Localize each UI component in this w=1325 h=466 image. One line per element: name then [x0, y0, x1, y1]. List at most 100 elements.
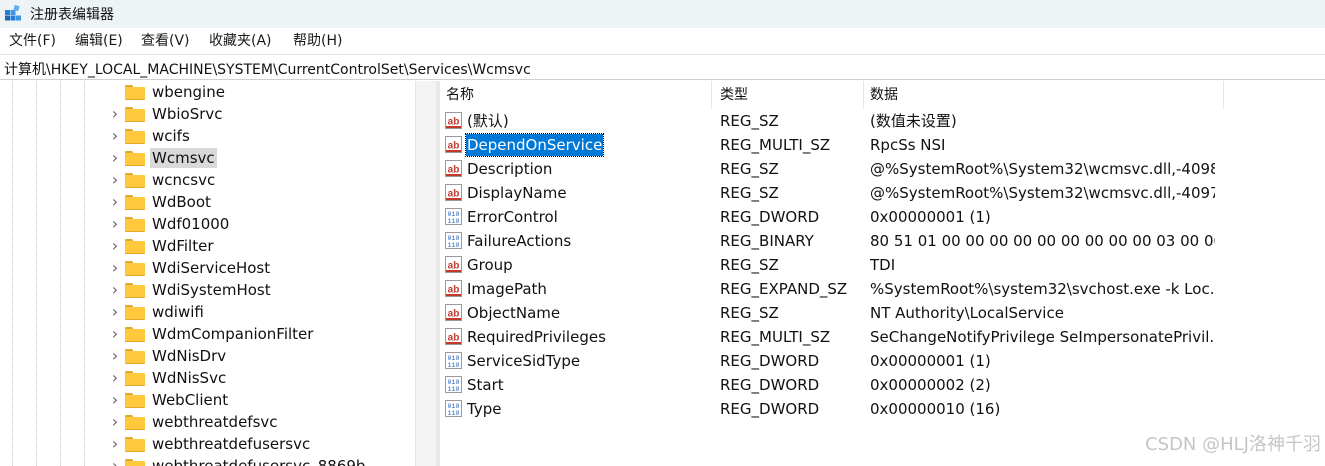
watermark: CSDN @HLJ洛神千羽 — [1145, 434, 1321, 455]
folder-icon — [125, 415, 145, 430]
menu-bar: 文件(F) 编辑(E) 查看(V) 收藏夹(A) 帮助(H) — [0, 28, 1325, 54]
tree-item[interactable]: › WbioSrvc — [108, 103, 408, 125]
chevron-right-icon[interactable]: › — [109, 458, 121, 466]
value-data: @%SystemRoot%\System32\wcmsvc.dll,-4098 — [870, 160, 1215, 178]
chevron-right-icon[interactable]: › — [109, 282, 121, 298]
folder-icon — [125, 393, 145, 408]
string-value-icon: ab — [445, 112, 462, 129]
value-row[interactable]: 010 110 FailureActions REG_BINARY 80 51 01 0… — [440, 229, 1325, 253]
tree-item[interactable]: › Wdf01000 — [108, 213, 408, 235]
tree-item-label: webthreatdefusersvc_8869b — [152, 457, 366, 466]
chevron-right-icon[interactable]: › — [109, 392, 121, 408]
value-type: REG_SZ — [720, 184, 779, 202]
tree-item-label: Wdf01000 — [152, 215, 230, 233]
tree-item-label: WbioSrvc — [152, 105, 223, 123]
chevron-right-icon[interactable]: › — [109, 348, 121, 364]
chevron-right-icon[interactable]: › — [109, 216, 121, 232]
svg-text:010: 010 — [448, 211, 460, 218]
tree-item[interactable]: › WdmCompanionFilter — [108, 323, 408, 345]
tree-item[interactable]: › WdNisDrv — [108, 345, 408, 367]
menu-view[interactable]: 查看(V) — [141, 32, 190, 50]
value-name: Description — [467, 160, 553, 178]
chevron-right-icon[interactable]: › — [109, 414, 121, 430]
tree-item-label: WebClient — [152, 391, 229, 409]
tree-item-label: wcifs — [152, 127, 190, 145]
binary-value-icon: 010110 — [445, 232, 462, 249]
chevron-right-icon[interactable]: › — [109, 304, 121, 320]
chevron-right-icon[interactable]: › — [109, 128, 121, 144]
tree-item[interactable]: › WdBoot — [108, 191, 408, 213]
tree-item[interactable]: › WdiSystemHost — [108, 279, 408, 301]
tree-item[interactable]: › webthreatdefusersvc_8869b — [108, 455, 408, 466]
tree-item[interactable]: › webthreatdefsvc — [108, 411, 408, 433]
chevron-right-icon[interactable]: › — [109, 150, 121, 166]
svg-text:110: 110 — [448, 242, 460, 249]
value-row[interactable]: 010 110 ErrorControl REG_DWORD 0x00000001 (1… — [440, 205, 1325, 229]
chevron-right-icon[interactable]: › — [109, 370, 121, 386]
value-row[interactable]: ab ImagePath REG_EXPAND_SZ %SystemRoot%\sys… — [440, 277, 1325, 301]
column-header-name[interactable]: 名称 — [440, 81, 712, 109]
value-row[interactable]: ab Group REG_SZ TDI — [440, 253, 1325, 277]
values-pane[interactable]: 名称 类型 数据 ab (默认) REG_SZ (数值未设置) ab DependOnSe… — [440, 81, 1325, 466]
chevron-right-icon[interactable]: › — [109, 238, 121, 254]
chevron-right-icon[interactable]: › — [109, 194, 121, 210]
address-bar[interactable]: 计算机\HKEY_LOCAL_MACHINE\SYSTEM\CurrentCon… — [0, 54, 1325, 80]
tree-item[interactable]: › webthreatdefusersvc — [108, 433, 408, 455]
tree-item-label: wcncsvc — [152, 171, 216, 189]
value-row[interactable]: ab ObjectName REG_SZ NT Authority\LocalServ… — [440, 301, 1325, 325]
folder-icon — [125, 151, 145, 166]
value-name: RequiredPrivileges — [467, 328, 606, 346]
value-row[interactable]: ab RequiredPrivileges REG_MULTI_SZ SeChange… — [440, 325, 1325, 349]
menu-favorites[interactable]: 收藏夹(A) — [209, 32, 272, 50]
chevron-right-icon[interactable]: › — [109, 172, 121, 188]
column-header-type[interactable]: 类型 — [714, 81, 864, 109]
value-row[interactable]: ab Description REG_SZ @%SystemRoot%\System3… — [440, 157, 1325, 181]
value-type: REG_SZ — [720, 304, 779, 322]
tree-item[interactable]: › wcncsvc — [108, 169, 408, 191]
tree-item-label: WdFilter — [152, 237, 214, 255]
column-header-data[interactable]: 数据 — [864, 81, 1224, 109]
title-bar: 注册表编辑器 — [0, 0, 1325, 28]
tree-scrollbar[interactable] — [415, 81, 436, 466]
tree-item-label: wdiwifi — [152, 303, 204, 321]
tree-item[interactable]: › WdNisSvc — [108, 367, 408, 389]
tree-item[interactable]: › WdFilter — [108, 235, 408, 257]
value-data: %SystemRoot%\system32\svchost.exe -k Loc… — [870, 280, 1215, 298]
folder-icon — [125, 327, 145, 342]
string-value-icon: ab — [445, 184, 462, 201]
menu-file[interactable]: 文件(F) — [9, 32, 56, 50]
value-data: NT Authority\LocalService — [870, 304, 1064, 322]
value-type: REG_DWORD — [720, 352, 820, 370]
value-type: REG_DWORD — [720, 208, 820, 226]
tree-guide-line — [12, 81, 13, 466]
chevron-right-icon[interactable]: › — [109, 436, 121, 452]
tree-item[interactable]: › WdiServiceHost — [108, 257, 408, 279]
svg-text:ab: ab — [448, 165, 460, 176]
key-tree-pane[interactable]: wbengine › WbioSrvc › wcifs › Wcmsvc › wcncsvc › W… — [0, 81, 436, 466]
value-row[interactable]: 010 110 ServiceSidType REG_DWORD 0x00000001 … — [440, 349, 1325, 373]
value-row[interactable]: ab DependOnService REG_MULTI_SZ RpcSs NSI — [440, 133, 1325, 157]
tree-item[interactable]: › Wcmsvc — [108, 147, 408, 169]
value-row[interactable]: 010 110 Start REG_DWORD 0x00000002 (2) — [440, 373, 1325, 397]
value-name: Start — [467, 376, 504, 394]
tree-item[interactable]: › wdiwifi — [108, 301, 408, 323]
value-name: ImagePath — [467, 280, 547, 298]
svg-text:ab: ab — [448, 285, 460, 296]
value-row[interactable]: ab (默认) REG_SZ (数值未设置) — [440, 109, 1325, 133]
string-value-icon: ab — [445, 304, 462, 321]
menu-help[interactable]: 帮助(H) — [293, 32, 342, 50]
svg-text:ab: ab — [448, 333, 460, 344]
string-value-icon: ab — [445, 136, 462, 153]
chevron-right-icon[interactable]: › — [109, 106, 121, 122]
folder-icon — [125, 107, 145, 122]
address-path[interactable]: 计算机\HKEY_LOCAL_MACHINE\SYSTEM\CurrentCon… — [4, 59, 531, 79]
tree-item[interactable]: › wcifs — [108, 125, 408, 147]
chevron-right-icon[interactable]: › — [109, 260, 121, 276]
chevron-right-icon[interactable]: › — [109, 326, 121, 342]
svg-text:ab: ab — [448, 189, 460, 200]
tree-item[interactable]: › WebClient — [108, 389, 408, 411]
tree-item[interactable]: wbengine — [108, 81, 408, 103]
menu-edit[interactable]: 编辑(E) — [75, 32, 123, 50]
value-row[interactable]: ab DisplayName REG_SZ @%SystemRoot%\System3… — [440, 181, 1325, 205]
value-row[interactable]: 010 110 Type REG_DWORD 0x00000010 (16) — [440, 397, 1325, 421]
